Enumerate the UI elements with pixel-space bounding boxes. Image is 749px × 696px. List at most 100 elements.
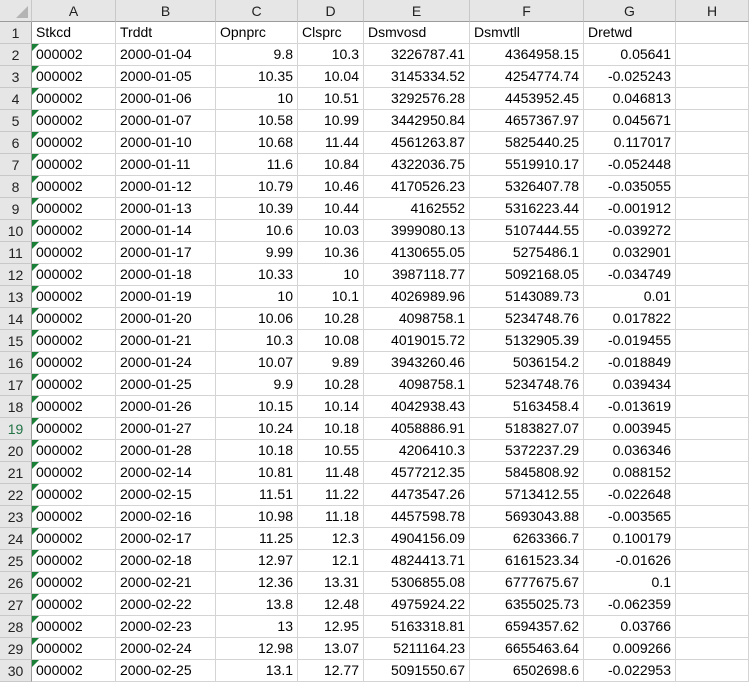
cell-h25[interactable] xyxy=(676,550,749,572)
error-indicator-icon[interactable] xyxy=(32,660,39,667)
error-indicator-icon[interactable] xyxy=(32,198,39,205)
cell-d26[interactable]: 13.31 xyxy=(298,572,364,594)
cell-b7[interactable]: 2000-01-11 xyxy=(116,154,216,176)
error-indicator-icon[interactable] xyxy=(32,550,39,557)
cell-e4[interactable]: 3292576.28 xyxy=(364,88,470,110)
cell-h22[interactable] xyxy=(676,484,749,506)
cell-b29[interactable]: 2000-02-24 xyxy=(116,638,216,660)
cell-h26[interactable] xyxy=(676,572,749,594)
cell-h6[interactable] xyxy=(676,132,749,154)
cell-g26[interactable]: 0.1 xyxy=(584,572,676,594)
row-header[interactable]: 17 xyxy=(0,374,32,396)
cell-e1[interactable]: Dsmvosd xyxy=(364,22,470,44)
row-header[interactable]: 28 xyxy=(0,616,32,638)
error-indicator-icon[interactable] xyxy=(32,594,39,601)
cell-e10[interactable]: 3999080.13 xyxy=(364,220,470,242)
cell-c4[interactable]: 10 xyxy=(216,88,298,110)
cell-e19[interactable]: 4058886.91 xyxy=(364,418,470,440)
cell-e3[interactable]: 3145334.52 xyxy=(364,66,470,88)
error-indicator-icon[interactable] xyxy=(32,66,39,73)
cell-c19[interactable]: 10.24 xyxy=(216,418,298,440)
cell-e28[interactable]: 5163318.81 xyxy=(364,616,470,638)
cell-c23[interactable]: 10.98 xyxy=(216,506,298,528)
cell-b9[interactable]: 2000-01-13 xyxy=(116,198,216,220)
cell-e16[interactable]: 3943260.46 xyxy=(364,352,470,374)
cell-d27[interactable]: 12.48 xyxy=(298,594,364,616)
cell-c17[interactable]: 9.9 xyxy=(216,374,298,396)
cell-h5[interactable] xyxy=(676,110,749,132)
error-indicator-icon[interactable] xyxy=(32,484,39,491)
error-indicator-icon[interactable] xyxy=(32,308,39,315)
cell-e13[interactable]: 4026989.96 xyxy=(364,286,470,308)
error-indicator-icon[interactable] xyxy=(32,374,39,381)
error-indicator-icon[interactable] xyxy=(32,440,39,447)
row-header[interactable]: 21 xyxy=(0,462,32,484)
cell-a3[interactable]: 000002 xyxy=(32,66,116,88)
row-header[interactable]: 6 xyxy=(0,132,32,154)
error-indicator-icon[interactable] xyxy=(32,176,39,183)
cell-h18[interactable] xyxy=(676,396,749,418)
error-indicator-icon[interactable] xyxy=(32,110,39,117)
error-indicator-icon[interactable] xyxy=(32,154,39,161)
cell-c25[interactable]: 12.97 xyxy=(216,550,298,572)
error-indicator-icon[interactable] xyxy=(32,396,39,403)
row-header[interactable]: 22 xyxy=(0,484,32,506)
error-indicator-icon[interactable] xyxy=(32,506,39,513)
cell-d14[interactable]: 10.28 xyxy=(298,308,364,330)
cell-f10[interactable]: 5107444.55 xyxy=(470,220,584,242)
cell-f5[interactable]: 4657367.97 xyxy=(470,110,584,132)
cell-g25[interactable]: -0.01626 xyxy=(584,550,676,572)
column-header-g[interactable]: G xyxy=(584,0,676,22)
cell-g11[interactable]: 0.032901 xyxy=(584,242,676,264)
cell-b3[interactable]: 2000-01-05 xyxy=(116,66,216,88)
cell-a6[interactable]: 000002 xyxy=(32,132,116,154)
cell-d10[interactable]: 10.03 xyxy=(298,220,364,242)
cell-g27[interactable]: -0.062359 xyxy=(584,594,676,616)
error-indicator-icon[interactable] xyxy=(32,572,39,579)
row-header[interactable]: 4 xyxy=(0,88,32,110)
cell-g30[interactable]: -0.022953 xyxy=(584,660,676,682)
cell-h11[interactable] xyxy=(676,242,749,264)
cell-f23[interactable]: 5693043.88 xyxy=(470,506,584,528)
cell-g1[interactable]: Dretwd xyxy=(584,22,676,44)
row-header[interactable]: 25 xyxy=(0,550,32,572)
cell-f22[interactable]: 5713412.55 xyxy=(470,484,584,506)
cell-e12[interactable]: 3987118.77 xyxy=(364,264,470,286)
cell-d9[interactable]: 10.44 xyxy=(298,198,364,220)
cell-a10[interactable]: 000002 xyxy=(32,220,116,242)
cell-e8[interactable]: 4170526.23 xyxy=(364,176,470,198)
cell-h1[interactable] xyxy=(676,22,749,44)
cell-h20[interactable] xyxy=(676,440,749,462)
cell-f11[interactable]: 5275486.1 xyxy=(470,242,584,264)
cell-a19[interactable]: 000002 xyxy=(32,418,116,440)
column-header-a[interactable]: A xyxy=(32,0,116,22)
error-indicator-icon[interactable] xyxy=(32,352,39,359)
row-header[interactable]: 11 xyxy=(0,242,32,264)
cell-g3[interactable]: -0.025243 xyxy=(584,66,676,88)
column-header-e[interactable]: E xyxy=(364,0,470,22)
row-header[interactable]: 29 xyxy=(0,638,32,660)
row-header[interactable]: 13 xyxy=(0,286,32,308)
cell-e26[interactable]: 5306855.08 xyxy=(364,572,470,594)
cell-d30[interactable]: 12.77 xyxy=(298,660,364,682)
cell-h10[interactable] xyxy=(676,220,749,242)
cell-f15[interactable]: 5132905.39 xyxy=(470,330,584,352)
cell-d24[interactable]: 12.3 xyxy=(298,528,364,550)
cell-e6[interactable]: 4561263.87 xyxy=(364,132,470,154)
cell-h14[interactable] xyxy=(676,308,749,330)
error-indicator-icon[interactable] xyxy=(32,220,39,227)
cell-e18[interactable]: 4042938.43 xyxy=(364,396,470,418)
cell-e29[interactable]: 5211164.23 xyxy=(364,638,470,660)
column-header-d[interactable]: D xyxy=(298,0,364,22)
cell-g15[interactable]: -0.019455 xyxy=(584,330,676,352)
cell-e15[interactable]: 4019015.72 xyxy=(364,330,470,352)
cell-f30[interactable]: 6502698.6 xyxy=(470,660,584,682)
cell-c1[interactable]: Opnprc xyxy=(216,22,298,44)
cell-e11[interactable]: 4130655.05 xyxy=(364,242,470,264)
cell-c16[interactable]: 10.07 xyxy=(216,352,298,374)
cell-c26[interactable]: 12.36 xyxy=(216,572,298,594)
cell-e9[interactable]: 4162552 xyxy=(364,198,470,220)
cell-a13[interactable]: 000002 xyxy=(32,286,116,308)
cell-a12[interactable]: 000002 xyxy=(32,264,116,286)
cell-g8[interactable]: -0.035055 xyxy=(584,176,676,198)
